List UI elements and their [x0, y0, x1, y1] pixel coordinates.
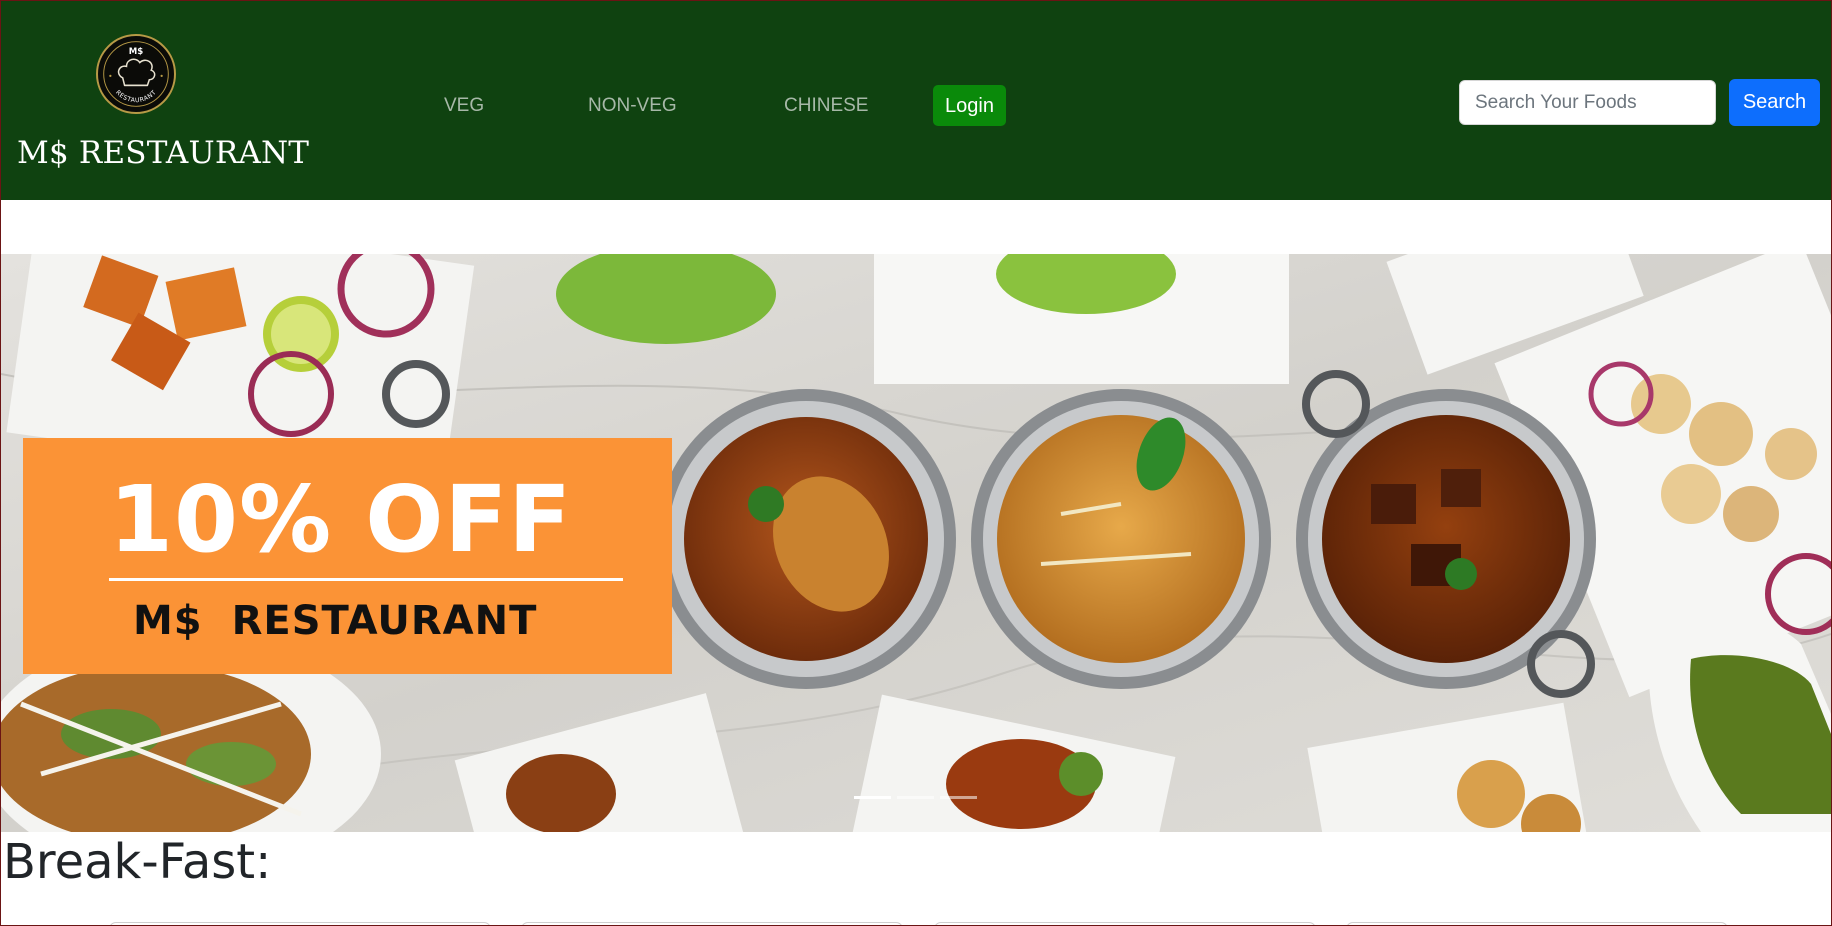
hero-carousel[interactable]: 10% OFF M$ RESTAURANT	[1, 254, 1831, 832]
login-button[interactable]: Login	[933, 85, 1006, 126]
nav-link-chinese[interactable]: CHINESE	[784, 95, 868, 117]
section-title-breakfast: Break-Fast:	[3, 834, 272, 890]
carousel-indicators	[854, 796, 977, 799]
food-card[interactable]	[1346, 922, 1728, 925]
search-input[interactable]	[1459, 80, 1716, 125]
food-card[interactable]	[109, 922, 491, 925]
logo-top-text: M$	[129, 47, 144, 57]
search-button[interactable]: Search	[1729, 79, 1820, 126]
nav-link-veg[interactable]: VEG	[444, 95, 484, 117]
restaurant-logo[interactable]: M$ RESTAURANT	[96, 34, 176, 114]
promo-banner[interactable]: 10% OFF M$ RESTAURANT	[23, 438, 672, 674]
food-card[interactable]	[521, 922, 903, 925]
chef-hat-icon: M$ RESTAURANT	[103, 41, 169, 107]
navbar: M$ RESTAURANT M$ RESTAURANT VEG NON-VEG …	[1, 1, 1831, 200]
food-card[interactable]	[934, 922, 1316, 925]
page-frame: M$ RESTAURANT M$ RESTAURANT VEG NON-VEG …	[0, 0, 1832, 926]
carousel-indicator-2[interactable]	[897, 796, 934, 799]
promo-subline: M$ RESTAURANT	[133, 598, 538, 644]
carousel-indicator-3[interactable]	[940, 796, 977, 799]
nav-link-non-veg[interactable]: NON-VEG	[588, 95, 677, 117]
promo-divider	[109, 578, 623, 581]
promo-headline: 10% OFF	[109, 466, 573, 573]
carousel-indicator-1[interactable]	[854, 796, 891, 799]
brand-name[interactable]: M$ RESTAURANT	[17, 135, 309, 171]
